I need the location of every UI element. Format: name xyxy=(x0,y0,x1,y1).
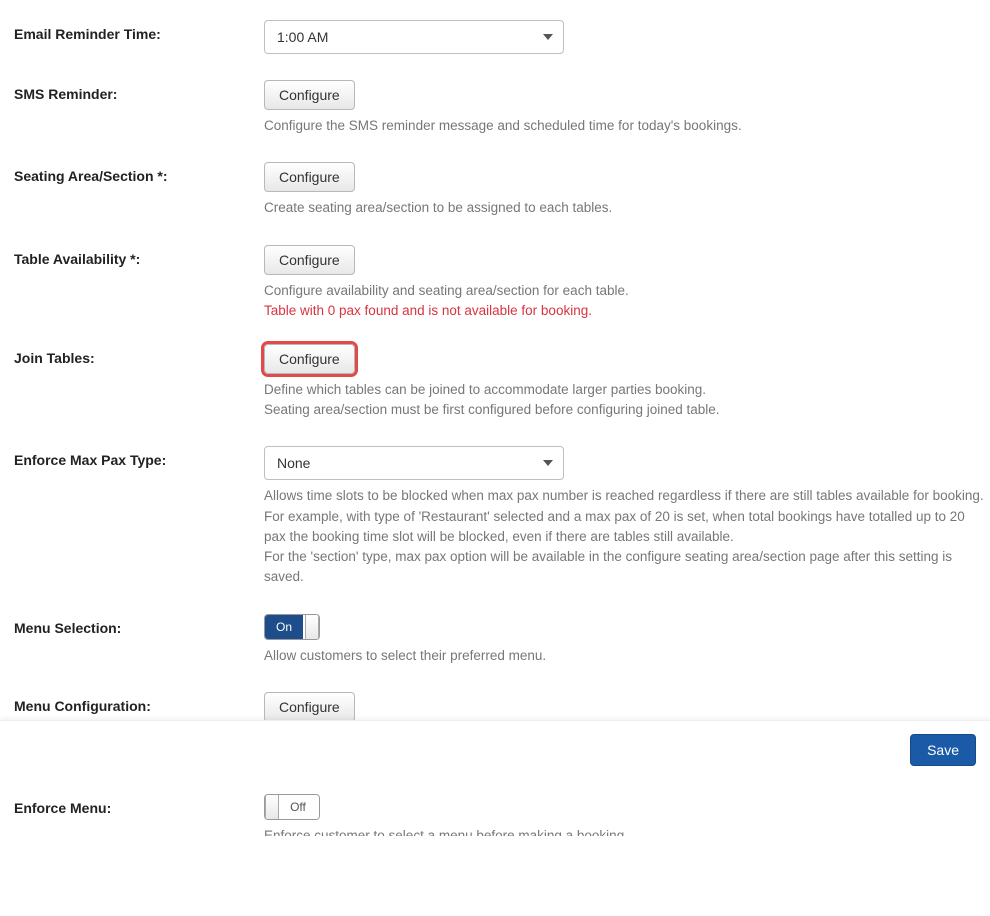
row-menu-selection: Menu Selection: On Off Allow customers t… xyxy=(14,614,990,666)
label-email-reminder-time: Email Reminder Time: xyxy=(14,20,264,42)
settings-form: Email Reminder Time: 1:00 AM SMS Reminde… xyxy=(0,0,990,916)
label-enforce-menu: Enforce Menu: xyxy=(14,794,264,816)
save-button[interactable]: Save xyxy=(910,734,976,766)
help-table-availability: Configure availability and seating area/… xyxy=(264,281,984,301)
warning-table-availability: Table with 0 pax found and is not availa… xyxy=(264,303,984,318)
help-enforce-max-pax-3: For the 'section' type, max pax option w… xyxy=(264,547,984,588)
label-join-tables: Join Tables: xyxy=(14,344,264,366)
row-seating-area: Seating Area/Section *: Configure Create… xyxy=(14,162,990,218)
label-menu-configuration: Menu Configuration: xyxy=(14,692,264,714)
field-sms-reminder: Configure Configure the SMS reminder mes… xyxy=(264,80,990,136)
configure-table-availability-button[interactable]: Configure xyxy=(264,245,355,275)
help-enforce-max-pax-2: For example, with type of 'Restaurant' s… xyxy=(264,507,984,548)
help-enforce-max-pax-1: Allows time slots to be blocked when max… xyxy=(264,486,984,506)
field-seating-area: Configure Create seating area/section to… xyxy=(264,162,990,218)
row-email-reminder-time: Email Reminder Time: 1:00 AM xyxy=(14,20,990,54)
footer-save-bar: Save xyxy=(0,720,990,778)
toggle-off-label: Off xyxy=(277,795,319,819)
select-enforce-max-pax[interactable]: None xyxy=(264,446,564,480)
toggle-on-label: On xyxy=(265,615,303,639)
help-menu-selection: Allow customers to select their preferre… xyxy=(264,646,984,666)
field-menu-selection: On Off Allow customers to select their p… xyxy=(264,614,990,666)
row-enforce-menu: Enforce Menu: On Off Enforce customer to… xyxy=(14,794,990,836)
label-seating-area: Seating Area/Section *: xyxy=(14,162,264,184)
field-enforce-menu: On Off Enforce customer to select a menu… xyxy=(264,794,990,836)
field-table-availability: Configure Configure availability and sea… xyxy=(264,245,990,318)
toggle-handle-icon xyxy=(265,795,279,819)
help-join-tables-1: Define which tables can be joined to acc… xyxy=(264,380,984,400)
toggle-enforce-menu[interactable]: On Off xyxy=(264,794,320,820)
label-sms-reminder: SMS Reminder: xyxy=(14,80,264,102)
field-enforce-max-pax: None Allows time slots to be blocked whe… xyxy=(264,446,990,587)
help-seating-area: Create seating area/section to be assign… xyxy=(264,198,984,218)
row-enforce-max-pax: Enforce Max Pax Type: None Allows time s… xyxy=(14,446,990,587)
help-join-tables-2: Seating area/section must be first confi… xyxy=(264,400,984,420)
field-email-reminder-time: 1:00 AM xyxy=(264,20,990,54)
help-sms-reminder: Configure the SMS reminder message and s… xyxy=(264,116,984,136)
toggle-menu-selection[interactable]: On Off xyxy=(264,614,320,640)
configure-seating-area-button[interactable]: Configure xyxy=(264,162,355,192)
configure-menu-button[interactable]: Configure xyxy=(264,692,355,722)
toggle-handle-icon xyxy=(305,615,319,639)
label-menu-selection: Menu Selection: xyxy=(14,614,264,636)
label-enforce-max-pax: Enforce Max Pax Type: xyxy=(14,446,264,468)
help-enforce-menu: Enforce customer to select a menu before… xyxy=(264,826,984,836)
field-join-tables: Configure Define which tables can be joi… xyxy=(264,344,990,421)
configure-sms-reminder-button[interactable]: Configure xyxy=(264,80,355,110)
configure-join-tables-button[interactable]: Configure xyxy=(264,344,355,374)
row-table-availability: Table Availability *: Configure Configur… xyxy=(14,245,990,318)
label-table-availability: Table Availability *: xyxy=(14,245,264,267)
select-email-reminder-time[interactable]: 1:00 AM xyxy=(264,20,564,54)
row-join-tables: Join Tables: Configure Define which tabl… xyxy=(14,344,990,421)
row-sms-reminder: SMS Reminder: Configure Configure the SM… xyxy=(14,80,990,136)
